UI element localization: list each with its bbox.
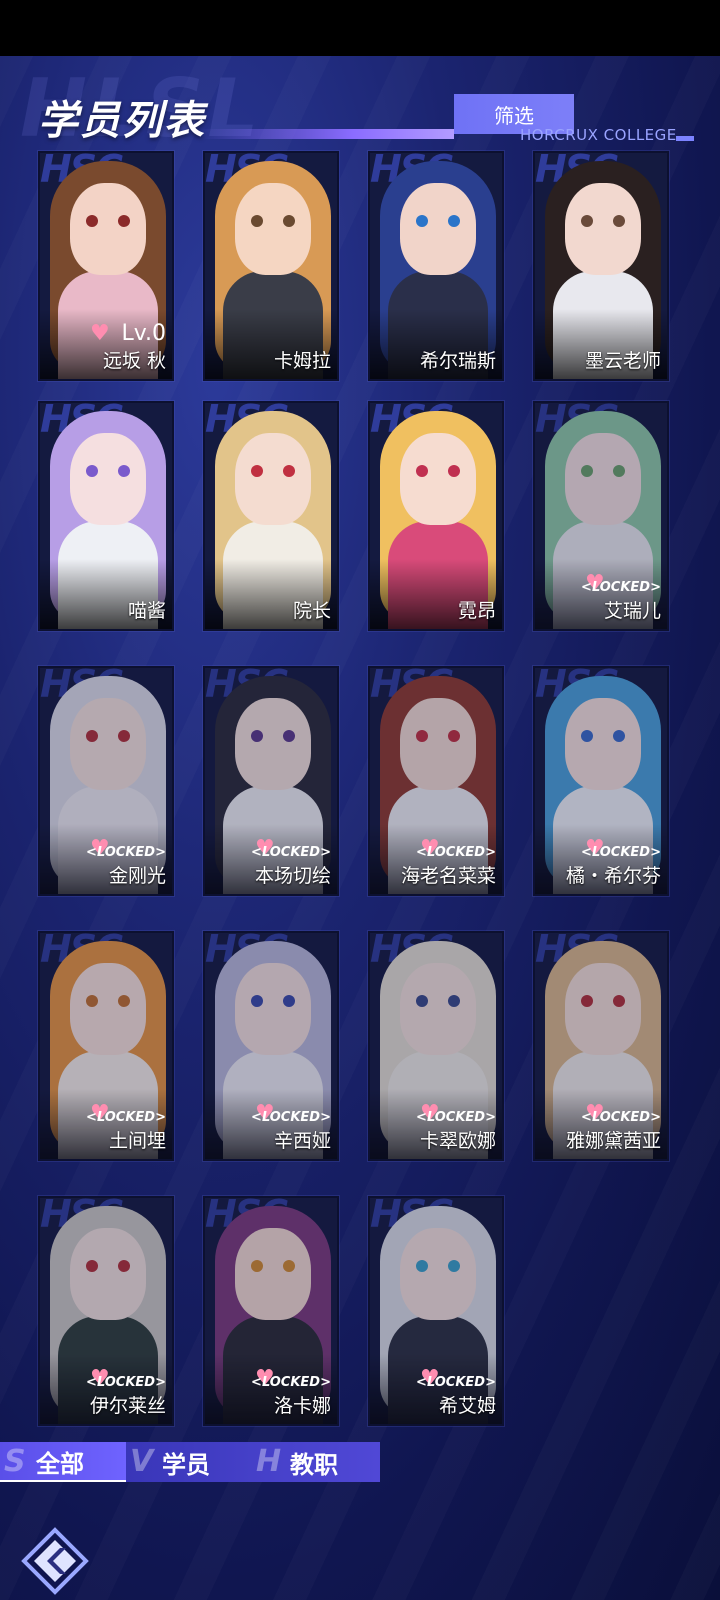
portrait-eye xyxy=(416,215,428,227)
portrait-eye xyxy=(86,465,98,477)
character-card[interactable]: HSC♥<LOCKED>洛卡娜 xyxy=(203,1196,339,1426)
character-card[interactable]: HSC♥<LOCKED>卡翠欧娜 xyxy=(368,931,504,1161)
character-card[interactable]: HSC喵酱 xyxy=(38,401,174,631)
category-tabs: S 全部 V 学员 H 教职 xyxy=(0,1442,380,1486)
portrait-face xyxy=(235,433,311,525)
locked-label: <LOCKED> xyxy=(581,1110,661,1125)
character-name: 希艾姆 xyxy=(438,1395,496,1417)
character-name: 院长 xyxy=(292,600,331,622)
portrait-eye xyxy=(581,215,593,227)
heart-icon: ♥ xyxy=(90,321,110,346)
character-name: 金刚光 xyxy=(108,865,166,887)
character-name: 土间埋 xyxy=(108,1130,166,1152)
character-card[interactable]: HSC♥<LOCKED>土间埋 xyxy=(38,931,174,1161)
tab-staff[interactable]: H 教职 xyxy=(252,1442,380,1482)
character-name: 艾瑞儿 xyxy=(603,600,661,622)
character-card[interactable]: HSC墨云老师 xyxy=(533,151,669,381)
tab-staff-icon: H xyxy=(256,1444,282,1479)
character-card[interactable]: HSC♥<LOCKED>橘・希尔芬 xyxy=(533,666,669,896)
portrait-face xyxy=(70,183,146,275)
character-card[interactable]: HSC卡姆拉 xyxy=(203,151,339,381)
character-name: 洛卡娜 xyxy=(273,1395,331,1417)
character-card[interactable]: HSC♥<LOCKED>伊尔莱丝 xyxy=(38,1196,174,1426)
portrait-face xyxy=(235,183,311,275)
back-icon[interactable] xyxy=(20,1526,90,1596)
portrait-face xyxy=(400,433,476,525)
tab-all-icon: S xyxy=(4,1444,26,1479)
portrait-eye xyxy=(251,215,263,227)
character-card[interactable]: HSC院长 xyxy=(203,401,339,631)
portrait-eye xyxy=(86,215,98,227)
locked-label: <LOCKED> xyxy=(86,1110,166,1125)
tab-students[interactable]: V 学员 xyxy=(126,1442,252,1482)
locked-label: <LOCKED> xyxy=(251,1375,331,1390)
character-card[interactable]: HSC♥<LOCKED>金刚光 xyxy=(38,666,174,896)
locked-label: <LOCKED> xyxy=(251,1110,331,1125)
title-underline xyxy=(200,129,454,139)
character-name: 海老名菜菜 xyxy=(400,865,496,887)
character-card[interactable]: HSC霓昂 xyxy=(368,401,504,631)
college-subtitle: HORCRUX COLLEGE xyxy=(520,126,677,144)
locked-label: <LOCKED> xyxy=(581,580,661,595)
locked-label: <LOCKED> xyxy=(86,845,166,860)
portrait-eye xyxy=(283,465,295,477)
portrait-eye xyxy=(416,465,428,477)
portrait-face xyxy=(70,433,146,525)
portrait-face xyxy=(565,183,641,275)
portrait-eye xyxy=(448,215,460,227)
portrait-eye xyxy=(448,465,460,477)
level-label: Lv.0 xyxy=(121,321,166,346)
tab-students-label: 学员 xyxy=(162,1450,210,1479)
locked-label: <LOCKED> xyxy=(416,1375,496,1390)
character-name: 卡翠欧娜 xyxy=(419,1130,496,1152)
tab-all[interactable]: S 全部 xyxy=(0,1442,126,1482)
character-name: 雅娜黛茜亚 xyxy=(565,1130,661,1152)
tab-all-label: 全部 xyxy=(36,1449,84,1478)
locked-label: <LOCKED> xyxy=(416,845,496,860)
character-card[interactable]: HSC♥<LOCKED>辛西娅 xyxy=(203,931,339,1161)
character-name: 辛西娅 xyxy=(273,1130,331,1152)
character-card[interactable]: HSC♥<LOCKED>海老名菜菜 xyxy=(368,666,504,896)
portrait-eye xyxy=(613,215,625,227)
status-bar xyxy=(0,0,720,56)
character-name: 霓昂 xyxy=(457,600,496,622)
portrait-face xyxy=(400,183,476,275)
portrait-eye xyxy=(251,465,263,477)
tab-staff-label: 教职 xyxy=(290,1450,338,1479)
character-name: 远坂 秋 xyxy=(102,350,166,372)
locked-label: <LOCKED> xyxy=(581,845,661,860)
locked-label: <LOCKED> xyxy=(86,1375,166,1390)
character-name: 橘・希尔芬 xyxy=(565,865,661,887)
character-name: 卡姆拉 xyxy=(273,350,331,372)
character-list-screen: HLSL 学员列表 筛选 HORCRUX COLLEGE HSC♥Lv.0远坂 … xyxy=(0,56,720,1600)
character-card[interactable]: HSC♥Lv.0远坂 秋 xyxy=(38,151,174,381)
portrait-eye xyxy=(118,465,130,477)
locked-label: <LOCKED> xyxy=(416,1110,496,1125)
locked-label: <LOCKED> xyxy=(251,845,331,860)
character-name: 希尔瑞斯 xyxy=(419,350,496,372)
character-name: 墨云老师 xyxy=(584,350,661,372)
portrait-eye xyxy=(283,215,295,227)
subtitle-accent xyxy=(676,136,694,141)
character-name: 喵酱 xyxy=(127,600,166,622)
character-card[interactable]: HSC♥<LOCKED>艾瑞儿 xyxy=(533,401,669,631)
character-card[interactable]: HSC希尔瑞斯 xyxy=(368,151,504,381)
portrait-eye xyxy=(118,215,130,227)
character-name: 伊尔莱丝 xyxy=(89,1395,166,1417)
character-card[interactable]: HSC♥<LOCKED>雅娜黛茜亚 xyxy=(533,931,669,1161)
character-card[interactable]: HSC♥<LOCKED>希艾姆 xyxy=(368,1196,504,1426)
character-name: 本场切绘 xyxy=(254,865,331,887)
character-card[interactable]: HSC♥<LOCKED>本场切绘 xyxy=(203,666,339,896)
tab-students-icon: V xyxy=(130,1444,154,1479)
page-title: 学员列表 xyxy=(38,98,206,144)
